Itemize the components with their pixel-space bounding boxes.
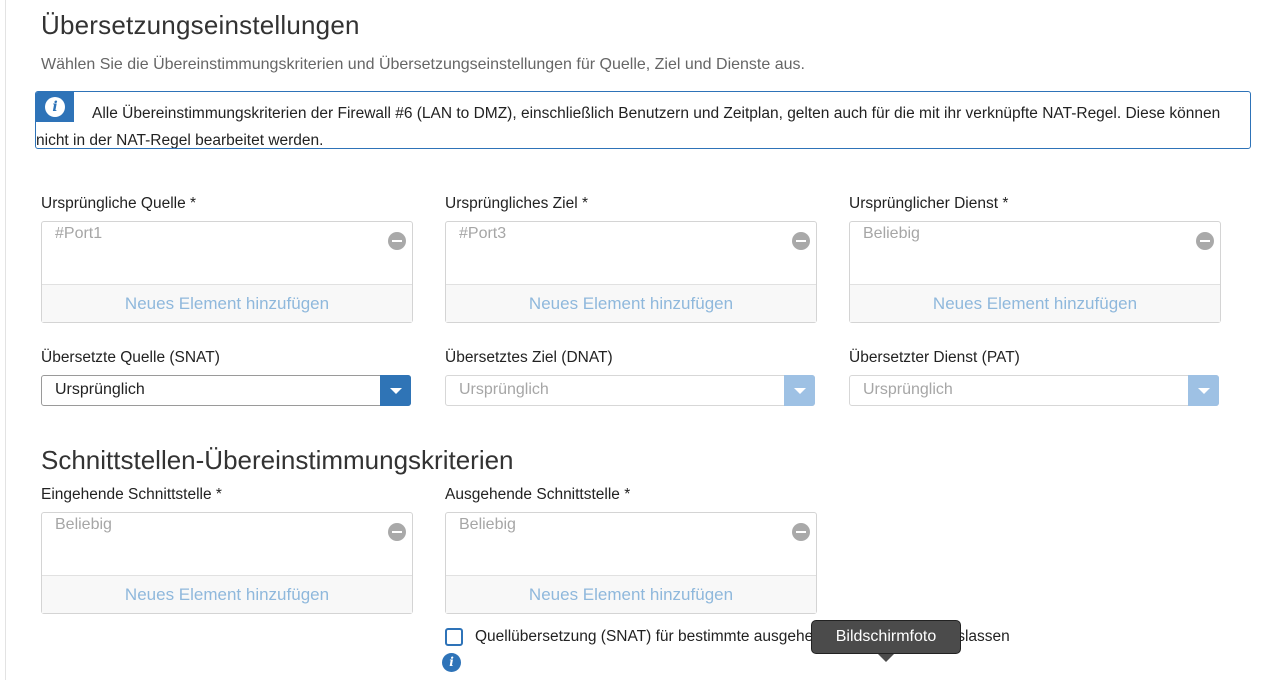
original-destination-item: #Port3 xyxy=(459,225,507,242)
translated-service-value: Ursprünglich xyxy=(863,381,953,398)
remove-icon[interactable] xyxy=(792,523,810,541)
original-destination-box: #Port3 Neues Element hinzufügen xyxy=(445,221,817,323)
original-service-add-button[interactable]: Neues Element hinzufügen xyxy=(850,284,1220,322)
translated-destination-value: Ursprünglich xyxy=(459,381,549,398)
original-source-label: Ursprüngliche Quelle * xyxy=(41,195,197,212)
translated-destination-select[interactable]: Ursprünglich xyxy=(445,375,815,406)
dropdown-caret-icon[interactable] xyxy=(1188,375,1219,406)
original-service-box: Beliebig Neues Element hinzufügen xyxy=(849,221,1221,323)
original-service-label: Ursprünglicher Dienst * xyxy=(849,195,1009,212)
left-border xyxy=(5,0,6,680)
translated-source-value: Ursprünglich xyxy=(55,381,145,398)
info-banner: i Alle Übereinstimmungskriterien der Fir… xyxy=(35,91,1251,149)
page-title: Übersetzungseinstellungen xyxy=(41,10,360,40)
original-source-item: #Port1 xyxy=(55,225,103,242)
section-title: Schnittstellen-Übereinstimmungskriterien xyxy=(41,445,514,475)
tooltip: Bildschirmfoto xyxy=(811,620,961,662)
remove-icon[interactable] xyxy=(792,232,810,250)
remove-icon[interactable] xyxy=(388,523,406,541)
translated-service-select[interactable]: Ursprünglich xyxy=(849,375,1219,406)
outbound-interface-item: Beliebig xyxy=(459,516,516,533)
original-destination-label: Ursprüngliches Ziel * xyxy=(445,195,588,212)
remove-icon[interactable] xyxy=(1196,232,1214,250)
translated-source-label: Übersetzte Quelle (SNAT) xyxy=(41,349,220,366)
original-source-add-button[interactable]: Neues Element hinzufügen xyxy=(42,284,412,322)
outbound-interface-label: Ausgehende Schnittstelle * xyxy=(445,486,631,503)
inbound-interface-label: Eingehende Schnittstelle * xyxy=(41,486,222,503)
remove-icon[interactable] xyxy=(388,232,406,250)
translated-service-label: Übersetzter Dienst (PAT) xyxy=(849,349,1020,366)
inbound-interface-item: Beliebig xyxy=(55,516,112,533)
original-destination-add-button[interactable]: Neues Element hinzufügen xyxy=(446,284,816,322)
translated-destination-label: Übersetztes Ziel (DNAT) xyxy=(445,349,613,366)
outbound-interface-add-button[interactable]: Neues Element hinzufügen xyxy=(446,575,816,613)
original-source-box: #Port1 Neues Element hinzufügen xyxy=(41,221,413,323)
info-text: Alle Übereinstimmungskriterien der Firew… xyxy=(36,105,1221,149)
info-icon[interactable]: i xyxy=(442,653,461,672)
original-service-item: Beliebig xyxy=(863,225,920,242)
page-subtitle: Wählen Sie die Übereinstimmungskriterien… xyxy=(41,56,805,73)
snat-exclude-checkbox[interactable] xyxy=(445,628,463,646)
dropdown-caret-icon[interactable] xyxy=(380,375,411,406)
outbound-interface-box: Beliebig Neues Element hinzufügen xyxy=(445,512,817,614)
dropdown-caret-icon[interactable] xyxy=(784,375,815,406)
translated-source-select[interactable]: Ursprünglich xyxy=(41,375,411,406)
inbound-interface-add-button[interactable]: Neues Element hinzufügen xyxy=(42,575,412,613)
inbound-interface-box: Beliebig Neues Element hinzufügen xyxy=(41,512,413,614)
